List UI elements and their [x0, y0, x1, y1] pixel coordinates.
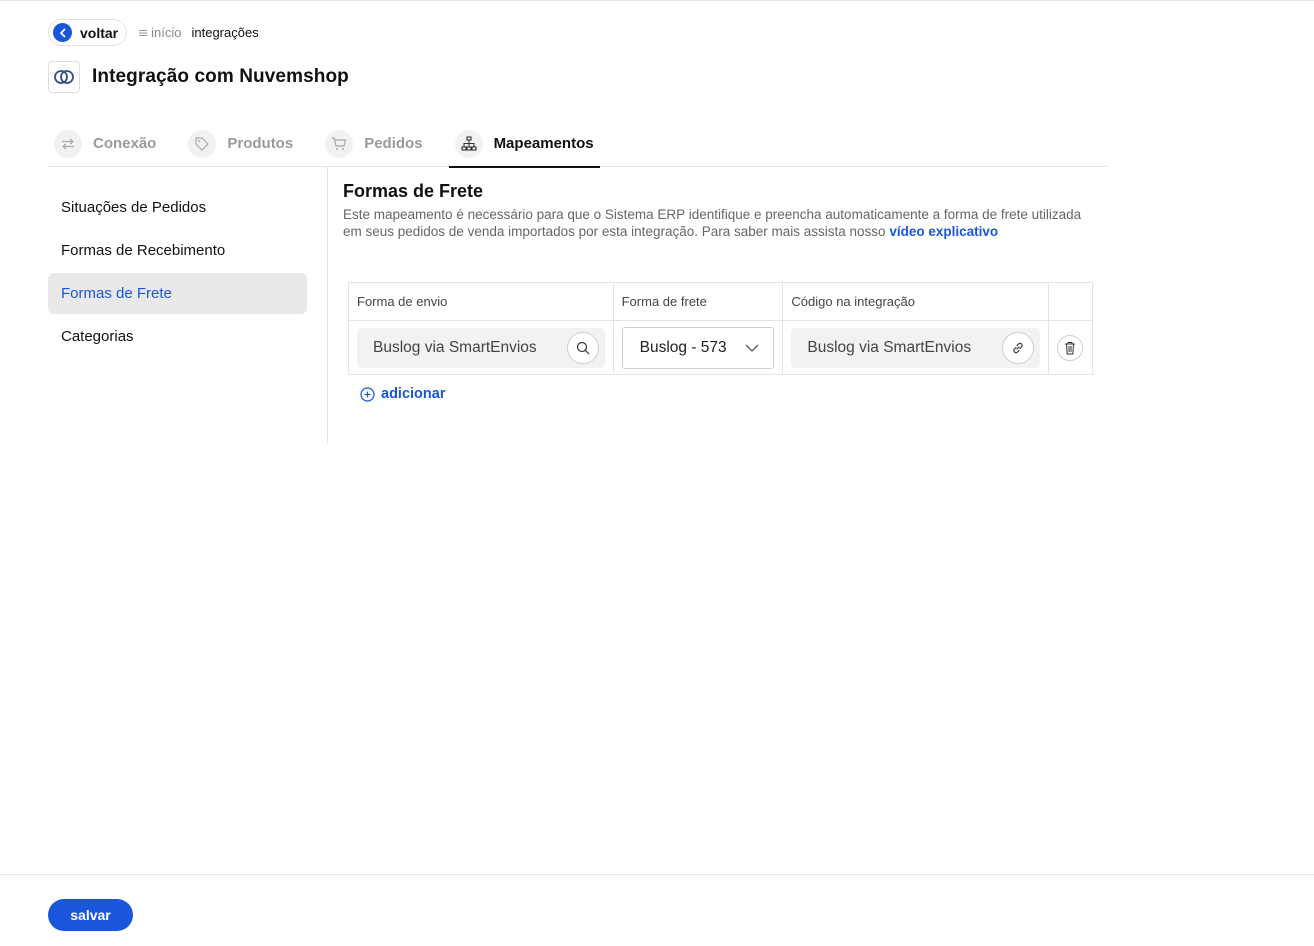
breadcrumb-home-label: início [151, 25, 182, 40]
column-header-codigo: Código na integração [782, 282, 1049, 321]
add-mapping-button[interactable]: adicionar [360, 386, 445, 402]
breadcrumb-home[interactable]: início [139, 25, 181, 40]
mapping-sidebar: Situações de Pedidos Formas de Recebimen… [48, 187, 307, 359]
breadcrumb-current: integrações [191, 25, 259, 40]
add-label: adicionar [381, 386, 446, 402]
link-button[interactable] [1001, 331, 1034, 364]
tab-label: Pedidos [364, 135, 423, 152]
tag-icon [188, 129, 217, 158]
forma-envio-value: Buslog via SmartEnvios [373, 338, 537, 356]
codigo-value: Buslog via SmartEnvios [807, 338, 972, 356]
tab-bar: Conexão Produtos Pedidos Mapeamentos [48, 120, 1108, 168]
delete-button[interactable] [1057, 334, 1084, 361]
sidebar-item-formas-frete[interactable]: Formas de Frete [48, 273, 307, 314]
cell-forma-envio: Buslog via SmartEnvios [348, 320, 614, 375]
vertical-divider [327, 167, 328, 443]
cell-forma-frete: Buslog - 573 [612, 320, 784, 375]
back-button[interactable]: voltar [48, 19, 128, 46]
search-button[interactable] [566, 331, 599, 364]
forma-frete-value: Buslog - 573 [639, 338, 727, 356]
sidebar-item-formas-recebimento[interactable]: Formas de Recebimento [48, 230, 307, 271]
section-description: Este mapeamento é necessário para que o … [343, 206, 1088, 240]
breadcrumb: voltar início integrações [48, 19, 259, 46]
sitemap-icon [454, 129, 483, 158]
page-title: Integração com Nuvemshop [92, 66, 349, 87]
tab-mapeamentos[interactable]: Mapeamentos [448, 120, 600, 168]
cloud-link-icon [48, 61, 80, 93]
cell-codigo: Buslog via SmartEnvios [782, 320, 1049, 375]
column-header-forma-envio: Forma de envio [348, 282, 614, 321]
top-divider [0, 0, 1314, 1]
footer-divider [0, 874, 1314, 875]
plus-circle-icon [360, 386, 375, 402]
search-icon [576, 341, 590, 354]
forma-envio-field[interactable]: Buslog via SmartEnvios [357, 327, 605, 368]
table-header-row: Forma de envio Forma de frete Código na … [348, 282, 1094, 321]
main-content: Formas de Frete Este mapeamento é necess… [343, 181, 1093, 240]
menu-icon [139, 25, 148, 40]
trash-icon [1065, 341, 1076, 354]
chevron-down-icon [745, 344, 759, 352]
tab-label: Produtos [227, 135, 294, 152]
tab-conexao[interactable]: Conexão [48, 120, 162, 167]
sidebar-item-categorias[interactable]: Categorias [48, 316, 307, 357]
codigo-field[interactable]: Buslog via SmartEnvios [791, 327, 1040, 368]
tab-pedidos[interactable]: Pedidos [319, 120, 428, 167]
page-header: Integração com Nuvemshop [48, 61, 349, 93]
tab-label: Conexão [93, 135, 157, 152]
back-label: voltar [80, 24, 119, 41]
chevron-left-icon [53, 23, 72, 42]
table-row: Buslog via SmartEnvios Buslog - 573 Busl… [348, 320, 1094, 375]
cell-actions [1047, 320, 1094, 375]
tab-label: Mapeamentos [493, 135, 594, 152]
video-link[interactable]: vídeo explicativo [889, 224, 998, 239]
save-button[interactable]: salvar [48, 899, 133, 931]
tab-produtos[interactable]: Produtos [182, 120, 299, 167]
cart-icon [325, 129, 354, 158]
mapping-table: Forma de envio Forma de frete Código na … [348, 282, 1094, 375]
column-header-actions [1047, 282, 1094, 321]
section-title: Formas de Frete [343, 181, 484, 201]
column-header-forma-frete: Forma de frete [612, 282, 784, 321]
link-icon [1013, 342, 1023, 353]
sidebar-item-situacoes-pedidos[interactable]: Situações de Pedidos [48, 187, 307, 228]
forma-frete-select[interactable]: Buslog - 573 [621, 326, 775, 369]
arrows-exchange-icon [54, 129, 82, 158]
